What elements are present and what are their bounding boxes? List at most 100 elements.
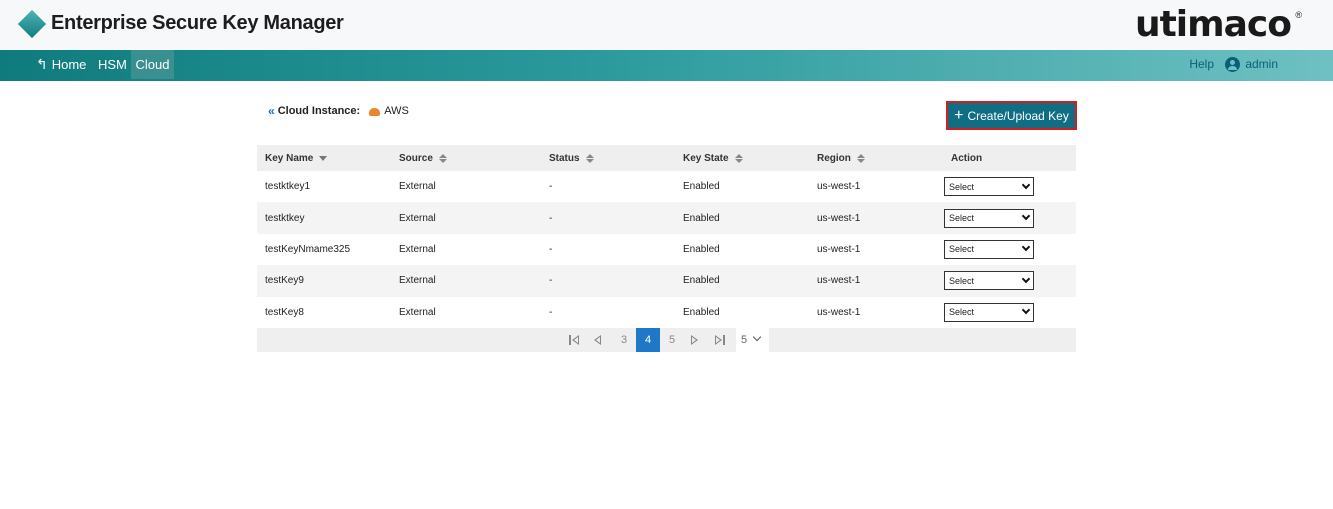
create-upload-key-label: Create/Upload Key — [967, 108, 1069, 123]
cell-status: - — [549, 275, 553, 287]
plus-icon: + — [954, 106, 964, 124]
nav-help[interactable]: Help — [1189, 50, 1214, 79]
sort-icon — [585, 153, 594, 163]
column-header-label: Status — [549, 152, 580, 164]
sort-icon — [734, 153, 743, 163]
cell-key-name: testKeyNmame325 — [265, 243, 351, 255]
cell-action: Select — [943, 302, 1076, 322]
breadcrumb-label: Cloud Instance: — [277, 105, 361, 117]
column-header-label: Action — [951, 152, 983, 164]
cell-key-state: Enabled — [683, 243, 720, 255]
action-select-value: Select — [949, 307, 975, 318]
action-select[interactable]: Select — [944, 271, 1034, 291]
cell-key-name: testKey9 — [265, 275, 304, 287]
aws-cloud-icon — [369, 108, 381, 116]
pagination: 3 4 5 5 — [257, 327, 1076, 352]
action-select-value: Select — [949, 181, 975, 192]
chevron-down-icon — [1021, 211, 1031, 221]
cell-key-state: Enabled — [683, 275, 720, 287]
sort-icon — [856, 153, 865, 163]
page-button[interactable]: 3 — [617, 328, 631, 352]
top-nav: ↰ Home HSM Cloud Help admin — [0, 50, 1333, 81]
page-size-value: 5 — [741, 333, 748, 346]
nav-home[interactable]: ↰ Home — [36, 50, 86, 79]
cell-source: External — [399, 212, 436, 224]
prev-page-button[interactable] — [593, 328, 602, 352]
page-button-current[interactable]: 4 — [636, 327, 660, 352]
nav-hsm[interactable]: HSM — [98, 50, 127, 79]
next-page-icon — [690, 334, 699, 346]
cell-source: External — [399, 181, 436, 193]
column-header-region[interactable]: Region — [809, 153, 943, 164]
action-select[interactable]: Select — [944, 208, 1034, 228]
brand-logo: utimaco — [1134, 4, 1292, 45]
cell-source: External — [399, 243, 436, 255]
user-icon — [1225, 57, 1241, 72]
chevron-down-icon — [752, 332, 762, 342]
column-header-label: Key Name — [265, 152, 314, 164]
action-select-value: Select — [949, 213, 975, 224]
chevron-down-icon — [1021, 306, 1031, 315]
cell-action: Select — [943, 239, 1076, 259]
page-button[interactable]: 5 — [665, 328, 679, 352]
cell-key-name: testKey8 — [265, 306, 304, 318]
chevron-down-icon — [1021, 243, 1031, 252]
action-select-value: Select — [949, 275, 975, 286]
back-chevron-icon[interactable]: « — [268, 104, 275, 118]
create-upload-key-button[interactable]: + Create/Upload Key — [946, 101, 1077, 130]
cell-region: us-west-1 — [817, 275, 861, 287]
cell-key-state: Enabled — [683, 181, 720, 193]
table-row: testktkey1 External - Enabled us-west-1 … — [257, 171, 1076, 202]
table-row: testktkey External - Enabled us-west-1 S… — [257, 202, 1076, 234]
column-header-label: Region — [817, 152, 851, 164]
column-header-key-name[interactable]: Key Name — [257, 153, 391, 164]
cell-status: - — [549, 306, 553, 318]
column-header-source[interactable]: Source — [391, 153, 541, 164]
next-page-button[interactable] — [690, 328, 699, 352]
sort-desc-icon — [319, 155, 328, 161]
action-select[interactable]: Select — [944, 177, 1034, 197]
cell-source: External — [399, 275, 436, 287]
breadcrumb-value: AWS — [384, 105, 409, 117]
cell-key-state: Enabled — [683, 306, 720, 318]
action-select[interactable]: Select — [944, 239, 1034, 259]
cell-key-name: testktkey1 — [265, 181, 311, 193]
user-name: admin — [1245, 57, 1278, 71]
cell-key-state: Enabled — [683, 212, 720, 224]
app-header: Enterprise Secure Key Manager utimaco ® — [0, 0, 1333, 50]
cell-region: us-west-1 — [817, 212, 861, 224]
cell-source: External — [399, 306, 436, 318]
column-header-key-state[interactable]: Key State — [675, 153, 809, 164]
last-page-button[interactable] — [714, 328, 725, 352]
table-row: testKeyNmame325 External - Enabled us-we… — [257, 234, 1076, 265]
column-header-label: Key State — [683, 152, 729, 164]
cell-status: - — [549, 181, 553, 193]
chevron-down-icon — [1021, 180, 1031, 189]
last-page-icon — [723, 335, 725, 346]
prev-page-icon — [593, 334, 602, 346]
nav-home-label: Home — [51, 57, 87, 72]
user-menu[interactable]: admin — [1225, 50, 1278, 79]
table-row: testKey8 External - Enabled us-west-1 Se… — [257, 297, 1076, 328]
cell-key-name: testktkey — [265, 212, 305, 224]
action-select[interactable]: Select — [944, 302, 1034, 322]
cell-region: us-west-1 — [817, 181, 861, 193]
page-size-select[interactable]: 5 — [736, 327, 769, 352]
nav-cloud[interactable]: Cloud — [131, 50, 174, 79]
chevron-down-icon — [1021, 274, 1031, 284]
action-select-value: Select — [949, 244, 975, 255]
brand-registered-mark: ® — [1295, 10, 1302, 20]
cell-action: Select — [943, 271, 1076, 291]
column-header-status[interactable]: Status — [541, 153, 675, 164]
cell-status: - — [549, 212, 553, 224]
cell-region: us-west-1 — [817, 243, 861, 255]
column-header-action: Action — [943, 153, 1076, 164]
app-logo-icon — [17, 9, 47, 39]
home-back-icon: ↰ — [36, 56, 48, 72]
table-header: Key Name Source Status Key State Region … — [257, 145, 1076, 171]
first-page-button[interactable] — [569, 328, 580, 352]
cell-action: Select — [943, 208, 1076, 228]
keys-table: Key Name Source Status Key State Region … — [257, 145, 1076, 352]
app-title: Enterprise Secure Key Manager — [51, 12, 344, 34]
first-page-arrow-icon — [571, 334, 580, 346]
